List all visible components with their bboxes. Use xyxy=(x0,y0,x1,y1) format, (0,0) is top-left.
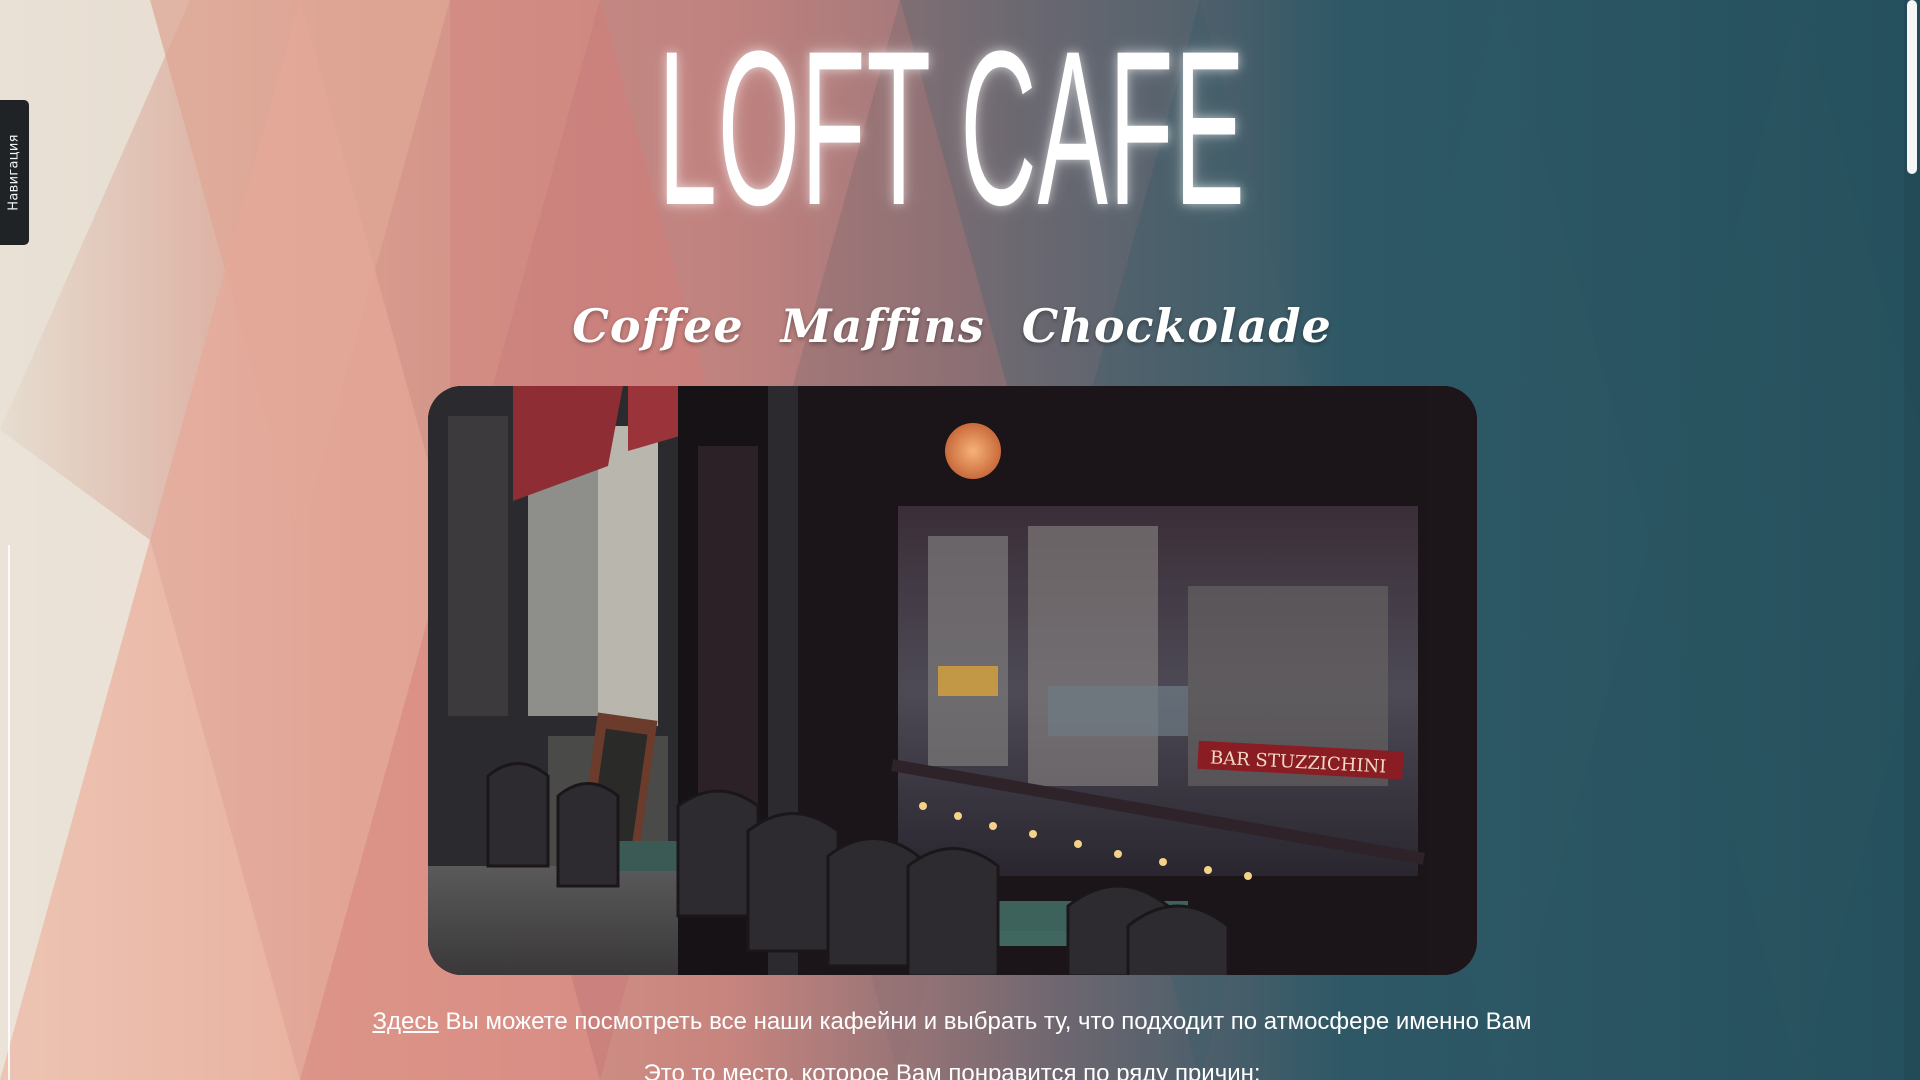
intro-sentence: Вы можете посмотреть все наши кафейни и … xyxy=(438,1008,1532,1035)
page-scrollbar[interactable] xyxy=(1904,0,1920,1080)
tagline-item-maffins: Maffins xyxy=(780,299,985,353)
cafes-link[interactable]: Здесь xyxy=(372,1008,438,1035)
intro-second-line: Это то место, которое Вам понравится по … xyxy=(643,1060,1261,1080)
page-content: LOFT CAFE Coffee Maffins Chockolade BAR … xyxy=(0,0,1904,1080)
navigation-tab[interactable]: Навигация xyxy=(0,100,29,245)
cafe-logo: LOFT CAFE xyxy=(658,5,1246,251)
intro-text: Здесь Вы можете посмотреть все наши кафе… xyxy=(0,1006,1904,1038)
cafe-storefront-illustration: BAR STUZZICHINI xyxy=(428,386,1477,975)
tagline: Coffee Maffins Chockolade xyxy=(0,296,1904,356)
navigation-tab-label: Навигация xyxy=(7,134,22,211)
hero-cafe-photo: BAR STUZZICHINI xyxy=(428,386,1477,975)
tagline-item-chockolade: Chockolade xyxy=(1021,299,1332,353)
left-edge-line xyxy=(8,545,10,1080)
tagline-item-coffee: Coffee xyxy=(572,299,744,353)
scrollbar-thumb[interactable] xyxy=(1907,0,1917,174)
